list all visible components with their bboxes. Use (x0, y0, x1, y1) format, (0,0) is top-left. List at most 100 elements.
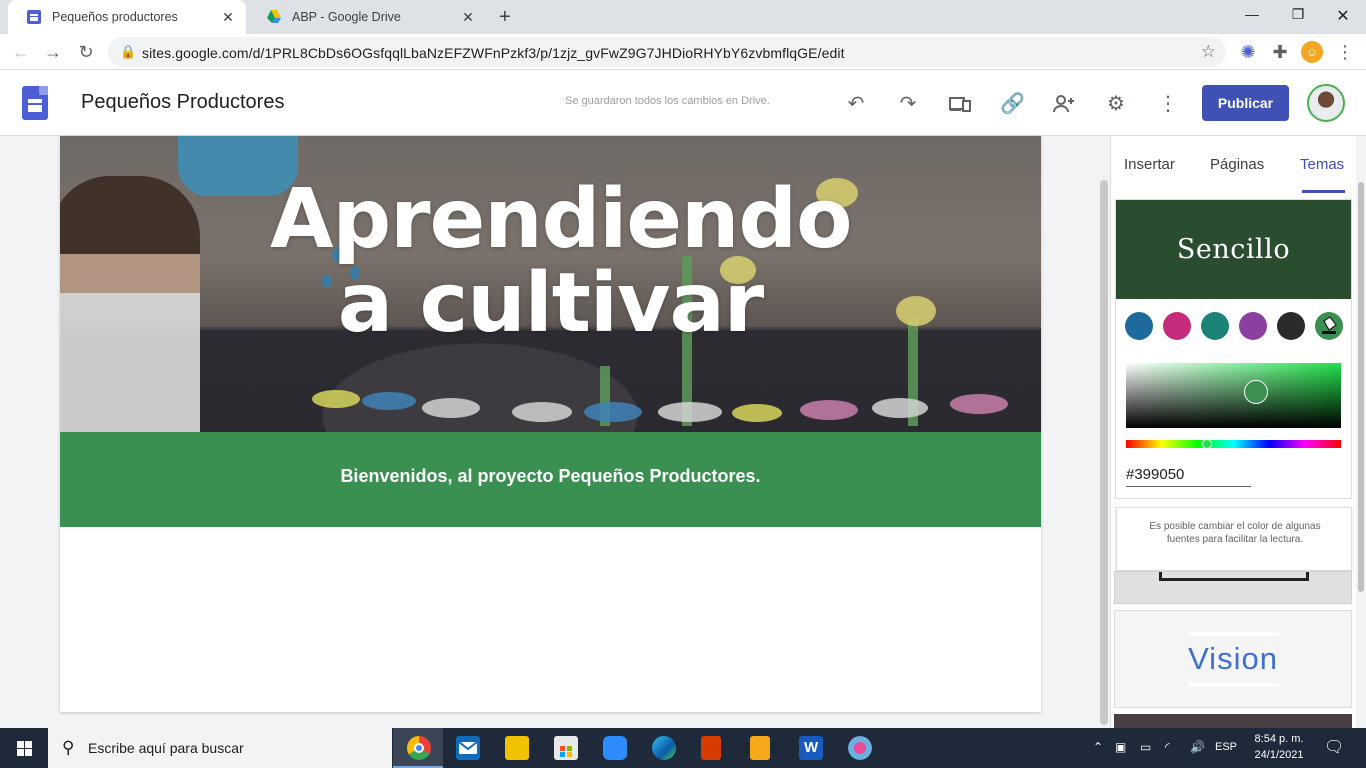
notes-icon[interactable] (750, 736, 770, 760)
sites-header: Pequeños Productores Se guardaron todos … (0, 70, 1366, 136)
theme-card-sencillo[interactable]: Sencillo (1115, 199, 1352, 499)
banner-text[interactable]: Bienvenidos, al proyecto Pequeños Produc… (60, 466, 1041, 487)
edge-icon[interactable] (652, 736, 676, 760)
color-picker-saturation-area[interactable] (1126, 363, 1341, 428)
taskbar-search[interactable]: ⚲ Escribe aquí para buscar (48, 728, 392, 768)
close-window-icon[interactable]: ✕ (1333, 6, 1353, 26)
color-option-blue[interactable] (1125, 312, 1153, 340)
settings-gear-icon[interactable]: ⚙ (1104, 92, 1128, 116)
bookmark-star-icon[interactable]: ☆ (1201, 42, 1216, 62)
google-sites-logo-icon[interactable] (22, 86, 48, 120)
chrome-icon[interactable] (407, 736, 431, 760)
share-add-person-icon[interactable] (1052, 92, 1076, 116)
windows-logo-pane (17, 741, 24, 748)
hero-photo-leaf (872, 398, 928, 418)
theme-card-next[interactable] (1114, 714, 1352, 728)
minimize-icon[interactable]: — (1242, 6, 1262, 22)
hue-slider-handle[interactable] (1202, 439, 1212, 449)
search-placeholder: Escribe aquí para buscar (88, 740, 244, 756)
hero-photo-leaf (512, 402, 572, 422)
store-icon[interactable] (554, 736, 578, 760)
show-hidden-icons-icon[interactable]: ⌃ (1093, 740, 1103, 754)
color-option-black[interactable] (1277, 312, 1305, 340)
new-tab-icon[interactable]: + (499, 6, 511, 29)
color-picker-handle[interactable] (1244, 380, 1268, 404)
tab-paginas[interactable]: Páginas (1210, 156, 1264, 173)
forward-icon[interactable]: → (42, 41, 64, 63)
vision-line-bottom (1189, 683, 1279, 687)
custom-color-paint-bucket-icon[interactable] (1315, 312, 1343, 340)
site-title[interactable]: Pequeños Productores (81, 91, 284, 114)
tab-pequenos-productores[interactable]: Pequeños productores ✕ (8, 0, 246, 34)
theme-preview[interactable]: Sencillo (1116, 200, 1351, 299)
browser-tab-strip: Pequeños productores ✕ ABP - Google Driv… (0, 0, 1366, 34)
close-tab-icon[interactable]: ✕ (220, 9, 236, 25)
volume-icon[interactable]: 🔊 (1190, 740, 1205, 754)
close-tab-icon[interactable]: ✕ (460, 9, 476, 25)
restore-icon[interactable]: ❐ (1288, 6, 1308, 23)
windows-taskbar: ⚲ Escribe aquí para buscar W ⌃ ▣ ▭ ◜ 🔊 E… (0, 728, 1366, 768)
hero-photo-leaf (584, 402, 642, 422)
mail-icon[interactable] (456, 736, 480, 760)
undo-icon[interactable]: ↶ (844, 92, 868, 116)
wifi-icon[interactable]: ◜ (1165, 740, 1170, 754)
hue-slider[interactable] (1126, 440, 1341, 448)
panel-scrollbar[interactable] (1356, 136, 1366, 728)
office-icon[interactable] (701, 736, 721, 760)
clock-date[interactable]: 24/1/2021 (1251, 749, 1307, 761)
add-person-icon (1053, 95, 1074, 113)
more-options-icon[interactable]: ⋮ (1156, 92, 1180, 116)
tab-google-drive[interactable]: ABP - Google Drive ✕ (248, 0, 486, 34)
url-text: sites.google.com/d/1PRL8CbDs6OGsfqqlLbaN… (142, 45, 845, 61)
windows-logo-pane (25, 741, 32, 748)
file-explorer-icon[interactable] (505, 736, 529, 760)
hero-photo-leaf (312, 390, 360, 408)
color-option-purple[interactable] (1239, 312, 1267, 340)
devices-icon (949, 97, 971, 112)
reload-icon[interactable]: ↻ (75, 41, 97, 63)
windows-logo-pane (17, 749, 24, 756)
vision-line-top (1189, 632, 1279, 636)
preview-devices-icon[interactable] (948, 92, 972, 116)
paint-app-icon[interactable] (848, 736, 872, 760)
windows-logo-pane (25, 749, 32, 756)
theme-preview-frame (1159, 572, 1309, 581)
hero-header[interactable]: Aprendiendo a cultivar (60, 136, 1041, 432)
google-sites-favicon-icon (27, 10, 41, 24)
clock-time[interactable]: 8:54 p. m. (1251, 733, 1307, 745)
hero-photo-leaf (362, 392, 416, 410)
language-indicator[interactable]: ESP (1215, 741, 1237, 753)
extensions-puzzle-icon[interactable]: ✚ (1269, 41, 1291, 63)
publish-button[interactable]: Publicar (1202, 85, 1289, 121)
site-page[interactable]: Aprendiendo a cultivar Bienvenidos, al p… (60, 136, 1041, 712)
meet-now-icon[interactable]: ▣ (1115, 740, 1126, 754)
start-windows-icon[interactable] (0, 728, 48, 768)
welcome-banner[interactable]: Bienvenidos, al proyecto Pequeños Produc… (60, 432, 1041, 527)
word-icon[interactable]: W (799, 736, 823, 760)
chrome-menu-icon[interactable]: ⋮ (1334, 41, 1356, 63)
scrollbar-thumb[interactable] (1358, 182, 1364, 592)
theme-name: Sencillo (1176, 234, 1291, 265)
redo-icon[interactable]: ↷ (896, 92, 920, 116)
color-option-teal[interactable] (1201, 312, 1229, 340)
tab-temas[interactable]: Temas (1300, 156, 1344, 173)
address-bar[interactable]: 🔒 sites.google.com/d/1PRL8CbDs6OGsfqqlLb… (108, 37, 1226, 67)
profile-icon[interactable]: ☺ (1301, 41, 1323, 63)
theme-card-partial[interactable] (1114, 571, 1352, 604)
battery-icon[interactable]: ▭ (1140, 740, 1151, 754)
notifications-icon[interactable]: 🗨 (1324, 737, 1344, 757)
hero-title[interactable]: Aprendiendo a cultivar (60, 178, 1041, 346)
extension-gear-icon[interactable]: ✺ (1237, 41, 1259, 63)
color-option-pink[interactable] (1163, 312, 1191, 340)
back-icon[interactable]: ← (10, 41, 32, 63)
lock-icon[interactable]: 🔒 (120, 44, 136, 60)
hex-color-input[interactable] (1126, 463, 1251, 487)
theme-card-vision[interactable]: Vision (1114, 610, 1352, 708)
word-letter: W (804, 739, 819, 756)
link-icon[interactable]: 🔗 (1000, 92, 1025, 116)
tab-insertar[interactable]: Insertar (1124, 156, 1175, 173)
zoom-icon[interactable] (603, 736, 627, 760)
google-drive-favicon-icon (267, 10, 281, 23)
user-avatar[interactable] (1307, 84, 1345, 122)
canvas-scrollbar[interactable] (1100, 180, 1108, 725)
